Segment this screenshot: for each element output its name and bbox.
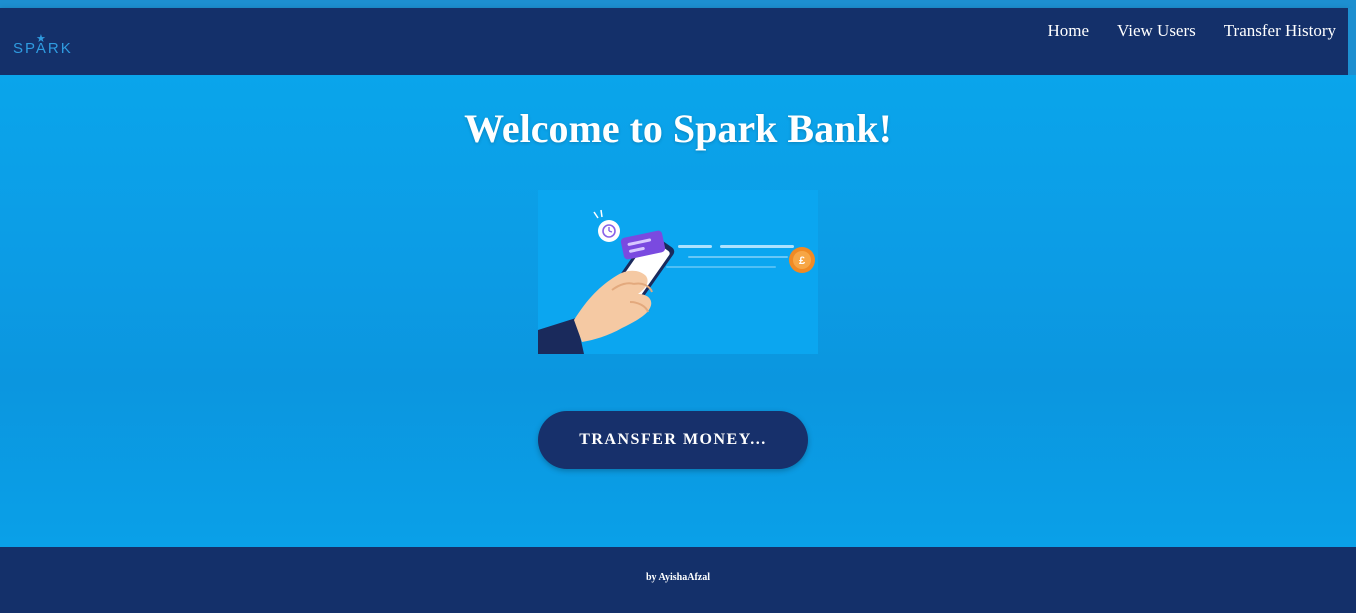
navbar: SPARK ★ Home View Users Transfer History [0,8,1348,75]
footer-credit: by AyishaAfzal [646,572,710,583]
transfer-money-button[interactable]: TRANSFER MONEY... [538,411,808,469]
nav-view-users-link[interactable]: View Users [1117,21,1196,41]
payment-illustration: £ [538,190,818,354]
nav-transfer-history-link[interactable]: Transfer History [1224,21,1336,41]
top-accent-strip [0,0,1356,8]
page-title: Welcome to Spark Bank! [464,106,892,151]
coin-symbol: £ [799,255,805,267]
hand-holding-phone-payment-icon: £ [538,209,815,354]
right-accent-strip [1348,8,1356,75]
nav-links: Home View Users Transfer History [1047,21,1336,41]
brand-logo[interactable]: SPARK ★ [13,33,73,58]
nav-home-link[interactable]: Home [1047,21,1089,41]
footer: by AyishaAfzal [0,547,1356,613]
logo-star-icon: ★ [36,33,48,45]
